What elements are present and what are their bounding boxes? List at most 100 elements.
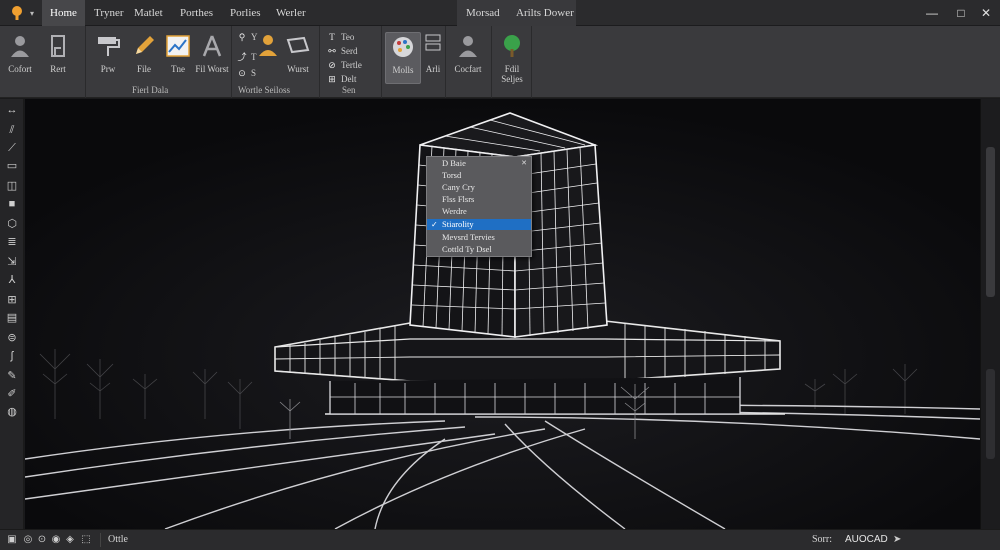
hatch-icon[interactable]: ≣: [5, 235, 19, 249]
rectangle-icon[interactable]: ▭: [5, 159, 19, 173]
ribbon-group-6: Cocfart: [446, 26, 492, 98]
ctx-item-1[interactable]: Torsd: [427, 170, 531, 181]
properties-icon: [425, 34, 441, 51]
line-icon[interactable]: ⫽: [5, 123, 19, 137]
rert-button[interactable]: Rert: [40, 32, 76, 84]
ctx-item-7[interactable]: Cottld Ty Dsel: [427, 244, 531, 255]
fil-worst-button[interactable]: Fil Worst: [194, 32, 230, 84]
palette-icon: [393, 37, 413, 57]
user-icon: [11, 36, 29, 57]
text-icon[interactable]: ⅄: [5, 273, 19, 287]
ribbon-group-sen: T Teo ⚯ Serd ⊘ Tertle ⊞ Delt Sen: [320, 26, 382, 98]
group-label-fierl-dala: Fierl Dala: [132, 85, 169, 95]
layers-icon: [286, 36, 310, 54]
ctx-item-4[interactable]: Werdre: [427, 206, 531, 217]
pencil-icon: [136, 36, 154, 54]
chart-image-icon: [166, 35, 190, 57]
left-toolbar: ↔ ⫽ ⟋ ▭ ◫ ■ ⬡ ≣ ⇲ ⅄ ⊞ ▤ ⊜ ʃ ✎ ✐ ◍: [0, 99, 24, 529]
tab-werler[interactable]: Werler: [268, 0, 314, 26]
tab-home[interactable]: Home: [42, 0, 85, 26]
polyline-icon[interactable]: ⟋: [5, 141, 19, 155]
move-icon[interactable]: ↔: [5, 103, 19, 117]
ribbon: Cofort Rert Prw File Tne Fil Worst Fierl…: [0, 26, 1000, 98]
minimize-icon[interactable]: —: [922, 3, 942, 23]
context-menu: ✕ D Baie Torsd Cany Cry Flss Flsrs Werdr…: [426, 156, 532, 257]
document-icon: [51, 35, 65, 57]
status-label: Sorr:: [812, 534, 832, 545]
anchor-icon: ⚲: [238, 32, 246, 42]
ctx-item-3[interactable]: Flss Flsrs: [427, 194, 531, 205]
circle-icon[interactable]: ■: [5, 197, 19, 211]
spline-icon[interactable]: ʃ: [5, 349, 19, 363]
vertical-scrollbar[interactable]: [980, 99, 1000, 529]
person-icon: [459, 36, 477, 57]
ribbon-group-1: Cofort Rert: [0, 26, 86, 98]
fdil-seljes-button[interactable]: Fdil Seljes: [494, 32, 530, 84]
group-label-wortle-seiloss: Wortle Seiloss: [238, 85, 291, 95]
tab-porlies[interactable]: Porlies: [222, 0, 269, 26]
app-logo-icon[interactable]: [8, 4, 26, 22]
measure-icon[interactable]: ⊜: [5, 331, 19, 345]
dimension-icon[interactable]: ⇲: [5, 255, 19, 269]
wurst-button[interactable]: Wurst: [280, 32, 316, 84]
paint-roller-icon: [98, 37, 120, 56]
status-divider: [100, 533, 101, 547]
ctx-item-5-selected[interactable]: ✓ Stiarolity: [427, 219, 531, 230]
ribbon-group-5: Molls Arli: [382, 26, 446, 98]
tree-icon: [504, 35, 520, 57]
snap-icon: ⊙: [238, 68, 246, 78]
scrollbar-thumb[interactable]: [986, 147, 995, 297]
model-icon[interactable]: ▣: [6, 534, 18, 546]
file-button[interactable]: File: [126, 32, 162, 84]
link-icon: ⚯: [328, 46, 336, 56]
molls-button[interactable]: Molls: [385, 32, 421, 84]
ctx-item-0[interactable]: D Baie: [427, 158, 531, 169]
drawing-viewport[interactable]: ✕ D Baie Torsd Cany Cry Flss Flsrs Werdr…: [25, 99, 980, 529]
ribbon-group-wortle-seiloss: ⚲ Y ⤴ T ⊙ S Wurst Wortle Seiloss: [232, 26, 320, 98]
layout-icon[interactable]: ⬚: [80, 534, 92, 546]
close-icon[interactable]: ✕: [976, 3, 996, 23]
arrow-icon[interactable]: ➤: [893, 534, 901, 545]
grid-snap-icon[interactable]: ◎: [22, 534, 34, 546]
trim-icon: ⤴: [237, 52, 247, 62]
cube-icon[interactable]: ⬡: [5, 217, 19, 231]
tab-arilts-dower[interactable]: Arilts Dower: [508, 0, 582, 26]
cofort-button[interactable]: Cofort: [2, 32, 38, 84]
ortho-icon[interactable]: ⊙: [36, 534, 48, 546]
arc-icon[interactable]: ◫: [5, 179, 19, 193]
text-cursor-icon: T: [329, 32, 335, 42]
grid-icon: ⊞: [328, 74, 336, 84]
ribbon-group-7: Fdil Seljes: [492, 26, 532, 98]
scrollbar-track-segment: [986, 369, 995, 459]
checkmark-icon: ✓: [431, 220, 438, 229]
brush-icon[interactable]: ✎: [5, 369, 19, 383]
status-app-name: AUOCAD: [845, 534, 888, 545]
ctx-item-2[interactable]: Cany Cry: [427, 182, 531, 193]
pen-icon[interactable]: ✐: [5, 387, 19, 401]
search-icon: ⊘: [328, 60, 336, 70]
globe-icon[interactable]: ◍: [5, 405, 19, 419]
app-menu-dropdown[interactable]: ▾: [30, 9, 34, 18]
tab-porthes[interactable]: Porthes: [172, 0, 221, 26]
maximize-icon[interactable]: □: [951, 3, 971, 23]
status-text: Ottle: [108, 534, 128, 545]
layer-icon[interactable]: ▤: [5, 311, 19, 325]
menu-bar: ▾ Home Tryner Matlet Porthes Porlies Wer…: [0, 0, 1000, 26]
arli-button[interactable]: Arli: [422, 32, 444, 84]
group-label-sen: Sen: [342, 85, 356, 95]
prw-button[interactable]: Prw: [90, 32, 126, 84]
ribbon-group-fierl-dala: Prw File Tne Fil Worst Fierl Dala: [86, 26, 232, 98]
tab-morsad[interactable]: Morsad: [458, 0, 508, 26]
tab-matlet[interactable]: Matlet: [126, 0, 171, 26]
tne-button[interactable]: Tne: [160, 32, 196, 84]
grid-icon[interactable]: ⊞: [5, 293, 19, 307]
user-star-icon[interactable]: [256, 32, 280, 60]
status-bar: ▣ ◎ ⊙ ◉ ◈ ⬚ Ottle Sorr: AUOCAD ➤: [0, 529, 1000, 550]
polar-icon[interactable]: ◉: [50, 534, 62, 546]
building-ground-floor: [329, 377, 741, 415]
cocfart-button[interactable]: Cocfart: [450, 32, 486, 84]
osnap-icon[interactable]: ◈: [64, 534, 76, 546]
tab-tryner[interactable]: Tryner: [86, 0, 132, 26]
ctx-item-6[interactable]: Mevsrd Tervies: [427, 232, 531, 243]
compass-icon: [202, 35, 222, 57]
